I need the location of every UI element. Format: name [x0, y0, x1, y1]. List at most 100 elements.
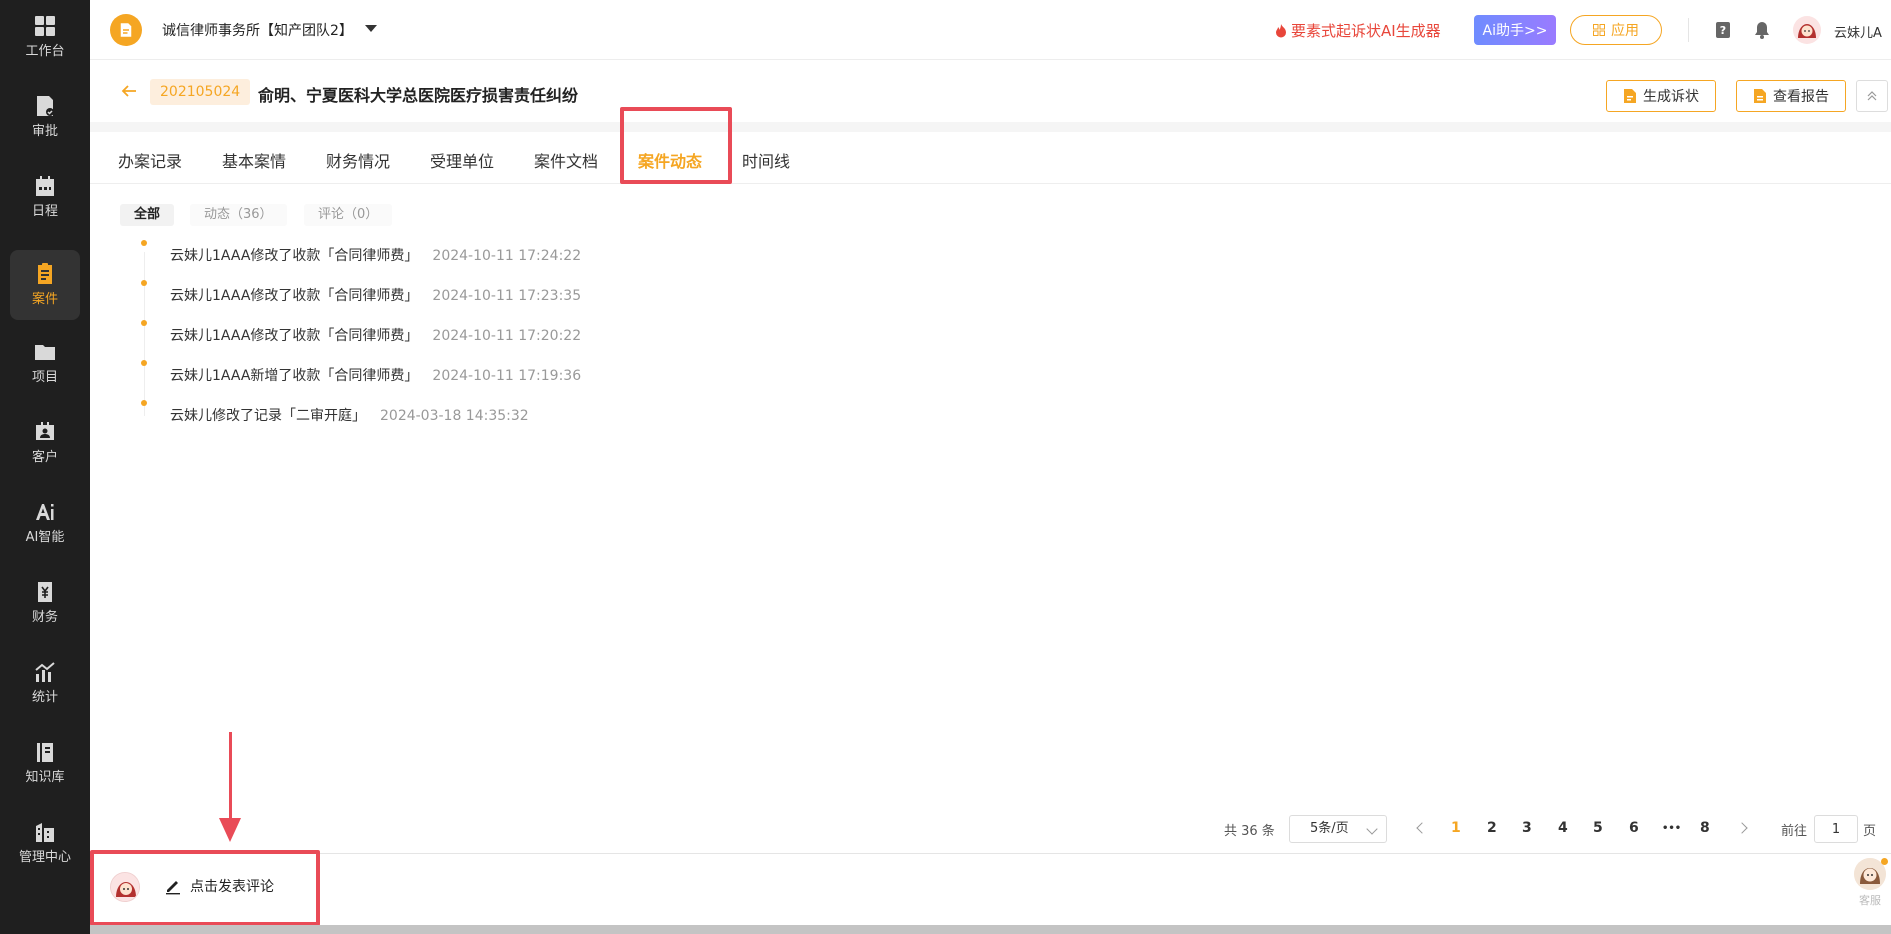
goto-label: 前往	[1781, 824, 1808, 839]
sidebar-item-label: 工作台	[25, 44, 65, 59]
sidebar-item-approval[interactable]: 审批	[10, 82, 80, 152]
apps-button[interactable]: 应用	[1570, 15, 1662, 45]
timeline-dot	[141, 320, 147, 326]
generate-complaint-label: 生成诉状	[1643, 89, 1699, 105]
sidebar-item-label: 审批	[31, 124, 58, 139]
page-ellipsis[interactable]: •••	[1662, 823, 1681, 834]
apps-button-label: 应用	[1611, 23, 1639, 39]
annotation-arrow	[229, 732, 232, 832]
sidebar-item-admin[interactable]: 管理中心	[10, 808, 80, 878]
goto-page-input[interactable]	[1814, 815, 1858, 843]
dashboard-icon	[33, 14, 57, 38]
document-icon	[120, 23, 132, 37]
support-label: 客服	[1859, 894, 1881, 907]
timeline-line	[144, 252, 145, 416]
page-size-value: 5条/页	[1310, 821, 1349, 836]
sidebar-item-workbench[interactable]: 工作台	[10, 2, 80, 72]
page-5[interactable]: 5	[1593, 820, 1603, 836]
user-avatar[interactable]	[1793, 16, 1821, 44]
sidebar-item-label: 财务	[31, 610, 58, 625]
ai-assistant-button[interactable]: Ai助手>>	[1474, 15, 1556, 45]
page-6[interactable]: 6	[1629, 820, 1639, 836]
sidebar-item-projects[interactable]: 项目	[10, 328, 80, 398]
tab-basic-info[interactable]: 基本案情	[222, 148, 286, 172]
firm-logo	[110, 14, 142, 46]
case-icon	[33, 262, 57, 286]
activity-entry: 云妹儿1AAA修改了收款「合同律师费」 2024-10-11 17:20:22	[170, 326, 581, 346]
view-report-label: 查看报告	[1773, 89, 1829, 105]
sidebar-item-ai[interactable]: AI智能	[10, 488, 80, 558]
folder-icon	[33, 340, 57, 364]
grid-icon	[1593, 24, 1605, 36]
view-report-button[interactable]: 查看报告	[1736, 80, 1846, 112]
timeline-dot	[141, 280, 147, 286]
timeline-dot	[141, 400, 147, 406]
header-divider	[1688, 18, 1689, 42]
prev-page-icon[interactable]	[1416, 822, 1428, 834]
case-number-badge: 202105024	[150, 79, 251, 105]
sidebar-item-knowledge[interactable]: 知识库	[10, 728, 80, 798]
sidebar-item-label: 日程	[31, 204, 58, 219]
page-size-select[interactable]: 5条/页	[1289, 815, 1387, 843]
sidebar-item-schedule[interactable]: 日程	[10, 162, 80, 232]
back-arrow-icon[interactable]	[120, 82, 138, 100]
tab-case-documents[interactable]: 案件文档	[534, 148, 598, 172]
activity-time: 2024-10-11 17:20:22	[432, 328, 582, 344]
case-title: 俞明、宁夏医科大学总医院医疗损害责任纠纷	[258, 86, 579, 105]
svg-text:?: ?	[1720, 24, 1726, 37]
document-icon	[1624, 89, 1636, 103]
activity-time: 2024-03-18 14:35:32	[380, 408, 529, 424]
sidebar-item-finance[interactable]: 财务	[10, 568, 80, 638]
page-2[interactable]: 2	[1487, 820, 1497, 836]
tab-accepting-units[interactable]: 受理单位	[430, 148, 494, 172]
sidebar-item-label: 知识库	[25, 770, 65, 785]
report-icon	[1754, 89, 1766, 103]
promo-link[interactable]: 要素式起诉状AI生成器	[1275, 20, 1441, 41]
horizontal-scrollbar[interactable]	[90, 925, 1891, 934]
sidebar-item-label: 案件	[31, 292, 58, 307]
sidebar-item-label: 客户	[31, 450, 58, 465]
sidebar-item-label: 管理中心	[18, 850, 71, 865]
bell-icon[interactable]	[1752, 20, 1772, 40]
sidebar-item-clients[interactable]: 客户	[10, 408, 80, 478]
pagination-total: 共 36 条	[1224, 824, 1275, 839]
activity-text: 云妹儿1AAA新增了收款「合同律师费」	[170, 368, 419, 384]
approval-icon	[33, 94, 57, 118]
sidebar-item-label: 统计	[31, 690, 58, 705]
activity-text: 云妹儿1AAA修改了收款「合同律师费」	[170, 288, 419, 304]
help-icon[interactable]: ?	[1713, 20, 1733, 40]
notification-dot	[1881, 858, 1888, 865]
generate-complaint-button[interactable]: 生成诉状	[1606, 80, 1716, 112]
sidebar-item-statistics[interactable]: 统计	[10, 648, 80, 718]
next-page-icon[interactable]	[1736, 822, 1748, 834]
tab-case-records[interactable]: 办案记录	[118, 148, 182, 172]
page-4[interactable]: 4	[1558, 820, 1568, 836]
filter-all[interactable]: 全部	[120, 204, 175, 226]
annotation-arrow-head	[219, 818, 241, 842]
page-3[interactable]: 3	[1522, 820, 1532, 836]
activity-text: 云妹儿1AAA修改了收款「合同律师费」	[170, 328, 419, 344]
promo-text: 要素式起诉状AI生成器	[1291, 22, 1441, 40]
comment-bar: 点击发表评论	[90, 853, 1891, 925]
tab-timeline[interactable]: 时间线	[742, 148, 790, 172]
timeline-dot	[141, 240, 147, 246]
stats-icon	[33, 660, 57, 684]
sidebar-item-label: 项目	[31, 370, 58, 385]
top-header: 诚信律师事务所【知产团队2】 要素式起诉状AI生成器 Ai助手>> 应用 ? 云…	[90, 0, 1891, 60]
firm-selector[interactable]: 诚信律师事务所【知产团队2】	[162, 20, 353, 40]
activity-time: 2024-10-11 17:23:35	[432, 288, 582, 304]
annotation-highlight-box	[90, 850, 320, 926]
collapse-button[interactable]	[1856, 80, 1888, 112]
client-icon	[33, 420, 57, 444]
annotation-highlight-box	[620, 107, 732, 184]
section-divider	[90, 122, 1891, 132]
page-1[interactable]: 1	[1451, 820, 1461, 836]
tab-finance[interactable]: 财务情况	[326, 148, 390, 172]
username[interactable]: 云妹儿A	[1834, 22, 1882, 41]
filter-activity[interactable]: 动态（36）	[190, 204, 287, 226]
sidebar-item-cases[interactable]: 案件	[10, 250, 80, 320]
page-8[interactable]: 8	[1700, 820, 1710, 836]
caret-down-icon[interactable]	[365, 25, 377, 32]
customer-service-button[interactable]: 客服	[1852, 858, 1888, 914]
filter-comments[interactable]: 评论（0）	[304, 204, 393, 226]
